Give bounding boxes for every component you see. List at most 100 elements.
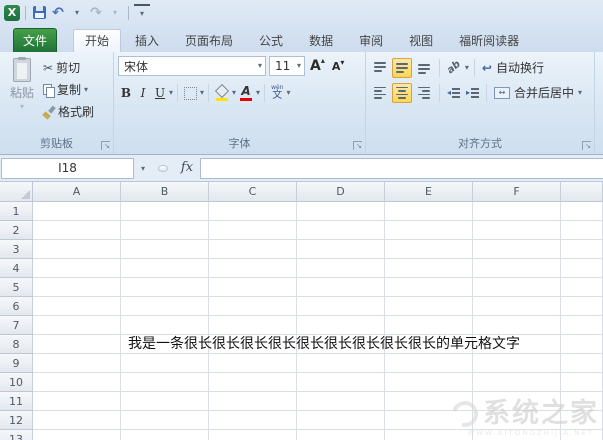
cell-A5[interactable] (33, 278, 121, 297)
cell-E12[interactable] (385, 411, 473, 430)
cell-B6[interactable] (121, 297, 209, 316)
cell-A1[interactable] (33, 202, 121, 221)
cell-D5[interactable] (297, 278, 385, 297)
cell-partial-7[interactable] (561, 316, 603, 335)
cell-D12[interactable] (297, 411, 385, 430)
cell-partial-4[interactable] (561, 259, 603, 278)
undo-dropdown[interactable]: ▾ (69, 4, 85, 22)
cell-partial-13[interactable] (561, 430, 603, 440)
cell-D13[interactable] (297, 430, 385, 440)
orientation-dropdown[interactable]: ▾ (465, 64, 469, 72)
borders-dropdown[interactable]: ▾ (200, 89, 204, 97)
insert-function-button[interactable]: fx (174, 158, 200, 178)
row-header-2[interactable]: 2 (0, 221, 33, 240)
cell-B11[interactable] (121, 392, 209, 411)
decrease-indent-button[interactable]: ◂ (445, 83, 462, 103)
tab-page-layout[interactable]: 页面布局 (173, 29, 245, 52)
merge-and-center-button[interactable]: ↔ 合并后居中 ▾ (492, 82, 584, 103)
cell-A9[interactable] (33, 354, 121, 373)
tab-file[interactable]: 文件 (13, 28, 57, 52)
cell-D9[interactable] (297, 354, 385, 373)
cell-C13[interactable] (209, 430, 297, 440)
cell-D3[interactable] (297, 240, 385, 259)
cell-partial-11[interactable] (561, 392, 603, 411)
borders-button[interactable] (182, 83, 199, 103)
cell-F7[interactable] (473, 316, 561, 335)
cell-F2[interactable] (473, 221, 561, 240)
font-size-combobox[interactable]: 11 ▾ (269, 56, 305, 76)
cell-partial-10[interactable] (561, 373, 603, 392)
tab-view[interactable]: 视图 (397, 29, 445, 52)
row-header-3[interactable]: 3 (0, 240, 33, 259)
cell-B7[interactable] (121, 316, 209, 335)
increase-font-size-button[interactable]: A ▴ (308, 58, 327, 74)
column-header-F[interactable]: F (473, 182, 561, 202)
cell-partial-12[interactable] (561, 411, 603, 430)
cell-B9[interactable] (121, 354, 209, 373)
cell-F13[interactable] (473, 430, 561, 440)
cell-C11[interactable] (209, 392, 297, 411)
wrap-text-button[interactable]: ↩ 自动换行 (480, 57, 546, 78)
cell-C10[interactable] (209, 373, 297, 392)
cell-C3[interactable] (209, 240, 297, 259)
cell-B10[interactable] (121, 373, 209, 392)
cell-D11[interactable] (297, 392, 385, 411)
cell-E5[interactable] (385, 278, 473, 297)
cell-E11[interactable] (385, 392, 473, 411)
font-color-button[interactable]: A (237, 83, 255, 103)
cell-E4[interactable] (385, 259, 473, 278)
formula-bar-splitter[interactable] (152, 165, 174, 172)
cell-b9-overflow-text[interactable]: 我是一条很长很长很长很长很长很长很长很长很长的单元格文字 (128, 335, 520, 354)
cell-A6[interactable] (33, 297, 121, 316)
align-bottom-button[interactable] (414, 58, 434, 78)
cell-partial-3[interactable] (561, 240, 603, 259)
cell-A12[interactable] (33, 411, 121, 430)
cell-E2[interactable] (385, 221, 473, 240)
cell-A11[interactable] (33, 392, 121, 411)
fill-color-button[interactable] (213, 83, 231, 103)
cell-C12[interactable] (209, 411, 297, 430)
row-header-5[interactable]: 5 (0, 278, 33, 297)
cell-E6[interactable] (385, 297, 473, 316)
cell-E7[interactable] (385, 316, 473, 335)
row-header-12[interactable]: 12 (0, 411, 33, 430)
bold-button[interactable]: B (118, 83, 134, 103)
row-header-10[interactable]: 10 (0, 373, 33, 392)
cell-C4[interactable] (209, 259, 297, 278)
cell-F3[interactable] (473, 240, 561, 259)
cell-A3[interactable] (33, 240, 121, 259)
row-header-13[interactable]: 13 (0, 430, 33, 440)
select-all-corner[interactable] (0, 182, 33, 202)
tab-foxit-reader[interactable]: 福昕阅读器 (447, 29, 531, 52)
redo-button[interactable]: ↷ (88, 4, 104, 22)
cell-partial-9[interactable] (561, 354, 603, 373)
cell-D10[interactable] (297, 373, 385, 392)
cell-A13[interactable] (33, 430, 121, 440)
row-header-4[interactable]: 4 (0, 259, 33, 278)
align-center-button[interactable] (392, 83, 412, 103)
row-header-1[interactable]: 1 (0, 202, 33, 221)
name-box-dropdown[interactable]: ▾ (134, 164, 152, 173)
underline-dropdown[interactable]: ▾ (169, 89, 173, 97)
cell-F11[interactable] (473, 392, 561, 411)
cell-C9[interactable] (209, 354, 297, 373)
tab-formulas[interactable]: 公式 (247, 29, 295, 52)
cell-B3[interactable] (121, 240, 209, 259)
cell-partial-6[interactable] (561, 297, 603, 316)
increase-indent-button[interactable]: ▸ (464, 83, 481, 103)
align-middle-button[interactable] (392, 58, 412, 78)
align-left-button[interactable] (370, 83, 390, 103)
fill-color-dropdown[interactable]: ▾ (232, 89, 236, 97)
cell-partial-1[interactable] (561, 202, 603, 221)
align-right-button[interactable] (414, 83, 434, 103)
cell-B1[interactable] (121, 202, 209, 221)
tab-data[interactable]: 数据 (297, 29, 345, 52)
cell-C1[interactable] (209, 202, 297, 221)
save-button[interactable] (31, 4, 47, 22)
row-header-8[interactable]: 8 (0, 335, 33, 354)
cell-B13[interactable] (121, 430, 209, 440)
cell-partial-5[interactable] (561, 278, 603, 297)
alignment-dialog-launcher[interactable]: ↘ (582, 141, 591, 150)
cell-F1[interactable] (473, 202, 561, 221)
cell-C7[interactable] (209, 316, 297, 335)
